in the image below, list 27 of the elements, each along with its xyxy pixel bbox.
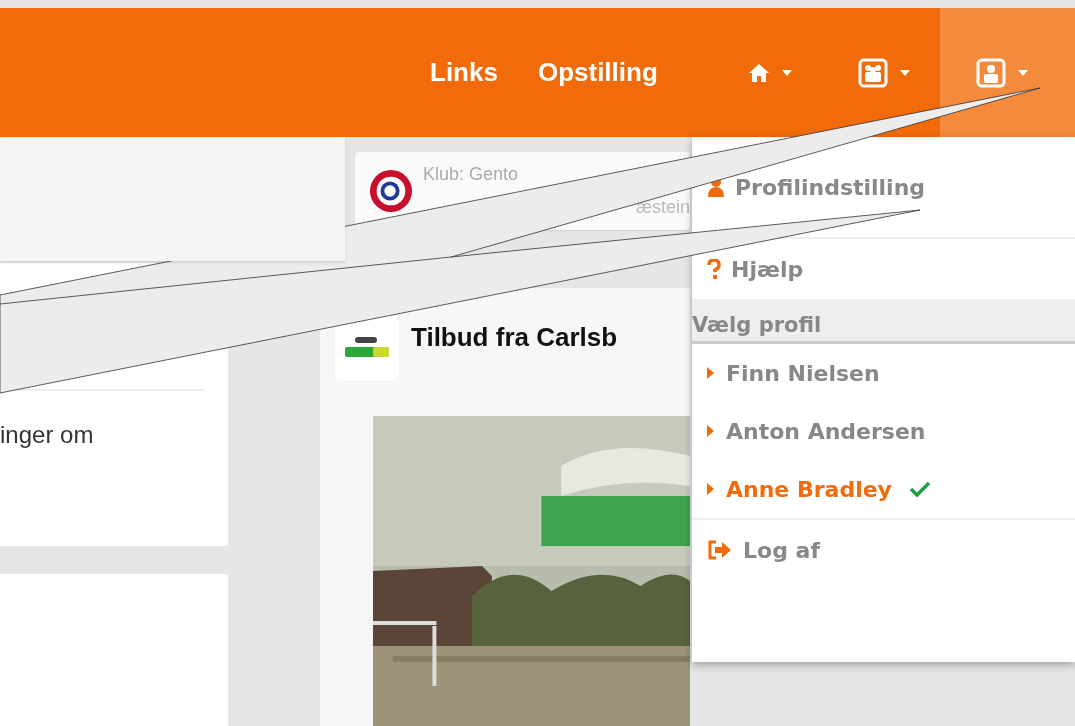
caret-right-icon	[707, 425, 714, 437]
profile-menu-button[interactable]	[940, 8, 1075, 137]
club-name: Klub: Gento	[422, 164, 520, 185]
offer-title: Tilbud fra Carlsb	[411, 322, 618, 353]
question-mark-icon	[707, 259, 721, 279]
home-icon	[748, 62, 770, 83]
help-menu-item[interactable]: Hjælp	[692, 239, 1075, 299]
club-logo-icon	[369, 168, 413, 214]
profile-menu-item[interactable]: Anne Bradley	[692, 460, 1075, 518]
checkmark-icon	[909, 481, 930, 497]
profile-menu-item[interactable]: Anton Andersen	[692, 402, 1075, 460]
caret-right-icon	[707, 483, 714, 495]
club-detail: æstein	[635, 197, 690, 218]
caret-icon	[1018, 69, 1028, 76]
caret-right-icon	[707, 367, 714, 379]
nav-link[interactable]: Links	[430, 57, 498, 88]
section-header: Vælg profil	[692, 299, 1075, 344]
person-icon	[976, 57, 1006, 88]
logout-menu-item[interactable]: Log af	[692, 520, 1075, 580]
nav-link[interactable]: Opstilling	[537, 57, 658, 88]
card-text: inger om	[0, 421, 95, 450]
sign-out-icon	[707, 540, 733, 560]
caret-icon	[900, 69, 910, 76]
caret-icon	[782, 69, 792, 76]
profile-menu-item[interactable]: Finn Nielsen	[692, 344, 1075, 402]
people-icon	[858, 57, 888, 88]
sponsor-logo-icon	[335, 316, 399, 380]
